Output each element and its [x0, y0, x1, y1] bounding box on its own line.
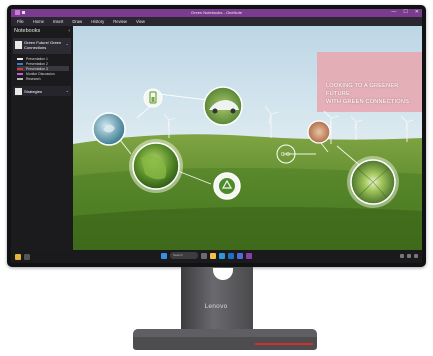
monitor-stand-base — [133, 329, 317, 350]
chevron-up-icon[interactable]: ⌃ — [66, 43, 69, 48]
menu-file[interactable]: File — [17, 17, 24, 26]
menu-history[interactable]: History — [91, 17, 104, 26]
headline-line-2: WITH GREEN CONNECTIONS — [326, 99, 410, 105]
title-bar: Green Notebooks - OneNote — ☐ ✕ — [11, 9, 422, 17]
system-tray[interactable] — [400, 254, 418, 258]
section-label: Presentation 1 — [26, 56, 48, 61]
notebook-icon — [15, 87, 22, 95]
weather-icon[interactable] — [15, 254, 21, 260]
page-canvas[interactable]: C O LOOKING TO A GREENER FUTURE WITH GRE… — [73, 26, 422, 250]
section-label: Monitor Discussion — [26, 71, 55, 76]
notebook-icon — [15, 41, 22, 49]
section-label: Presentation 2 — [26, 61, 48, 66]
notebook-name: Strategies — [24, 88, 43, 94]
menu-draw[interactable]: Draw — [72, 17, 82, 26]
section-color-tab — [17, 57, 23, 60]
browser-icon[interactable] — [219, 252, 225, 259]
section-color-tab — [17, 72, 23, 75]
menu-review[interactable]: Review — [113, 17, 127, 26]
section-label: Presentation 3 — [26, 66, 48, 71]
taskbar-apps: Search — [161, 252, 252, 259]
window-title: Green Notebooks - OneNote — [191, 10, 242, 15]
battery-icon[interactable] — [414, 254, 418, 258]
mail-icon[interactable] — [228, 252, 234, 259]
notebook-item-green-future[interactable]: Green Future/ Green Connections ⌃ — [13, 38, 71, 54]
section-color-tab — [17, 77, 23, 80]
section-color-tab — [17, 62, 23, 65]
store-icon[interactable] — [237, 252, 243, 259]
section-label: Research — [26, 76, 41, 81]
widgets-icon[interactable] — [24, 254, 30, 260]
menu-insert[interactable]: Insert — [53, 17, 63, 26]
section-item[interactable]: Research — [17, 76, 41, 81]
ribbon-menu: File Home Insert Draw History Review Vie… — [11, 17, 422, 26]
wifi-icon[interactable] — [400, 254, 404, 258]
file-explorer-icon[interactable] — [210, 252, 216, 259]
notebook-name: Green Future/ Green Connections — [24, 39, 62, 50]
windows-icon[interactable] — [161, 252, 167, 259]
maximize-button[interactable]: ☐ — [403, 9, 407, 15]
menu-home[interactable]: Home — [33, 17, 44, 26]
taskbar: Search — [11, 250, 422, 263]
notebook-item-strategies[interactable]: Strategies ⌄ — [13, 86, 71, 96]
taskbar-widgets[interactable] — [15, 254, 30, 260]
volume-icon[interactable] — [407, 254, 411, 258]
section-color-tab — [17, 67, 23, 70]
task-view-icon[interactable] — [201, 252, 207, 259]
monitor-bezel: Green Notebooks - OneNote — ☐ ✕ File Hom… — [7, 5, 426, 267]
pin-icon[interactable]: ‹ — [68, 28, 70, 34]
onenote-icon[interactable] — [246, 252, 252, 259]
menu-view[interactable]: View — [136, 17, 145, 26]
slide-headline[interactable]: LOOKING TO A GREENER FUTURE WITH GREEN C… — [326, 82, 421, 106]
taskbar-search[interactable]: Search — [170, 252, 198, 259]
screen: Green Notebooks - OneNote — ☐ ✕ File Hom… — [11, 9, 422, 263]
headline-line-1: LOOKING TO A GREENER FUTURE — [326, 83, 399, 97]
slide-image: C O — [73, 26, 422, 250]
close-button[interactable]: ✕ — [415, 9, 419, 15]
notebook-sidebar: Notebooks ‹ Green Future/ Green Connecti… — [11, 26, 74, 250]
sidebar-header: Notebooks — [14, 28, 41, 34]
svg-text:C O: C O — [281, 152, 290, 158]
chevron-down-icon[interactable]: ⌄ — [66, 88, 69, 93]
brand-logo: Lenovo — [204, 303, 228, 310]
minimize-button[interactable]: — — [391, 9, 396, 15]
